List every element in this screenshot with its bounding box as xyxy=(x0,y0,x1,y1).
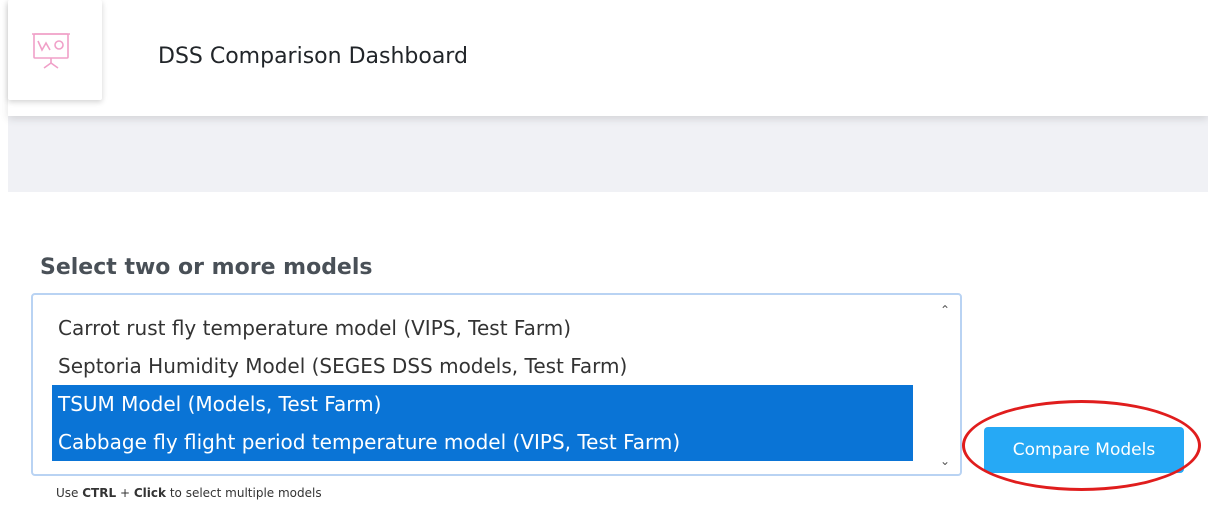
header-band xyxy=(8,116,1208,192)
hint-prefix: Use xyxy=(56,486,79,500)
model-options-list: Carrot rust fly temperature model (VIPS,… xyxy=(52,309,913,461)
presentation-chart-icon xyxy=(32,33,70,69)
hint-plus: + xyxy=(119,486,131,500)
hint-suffix: to select multiple models xyxy=(169,486,322,500)
model-option-selected[interactable]: TSUM Model (Models, Test Farm) xyxy=(52,385,913,423)
model-option-selected[interactable]: Cabbage fly flight period temperature mo… xyxy=(52,423,913,461)
hint-key-click: Click xyxy=(133,486,166,500)
hint-key-ctrl: CTRL xyxy=(82,486,117,500)
select-scrollbar[interactable]: ⌃ ⌄ xyxy=(936,297,956,472)
app-logo[interactable] xyxy=(8,0,102,100)
model-option[interactable]: Septoria Humidity Model (SEGES DSS model… xyxy=(52,347,913,385)
model-option[interactable]: Carrot rust fly temperature model (VIPS,… xyxy=(52,309,913,347)
compare-models-button[interactable]: Compare Models xyxy=(984,427,1184,473)
app-title: DSS Comparison Dashboard xyxy=(158,44,468,69)
chevron-down-icon[interactable]: ⌄ xyxy=(940,454,950,468)
section-title: Select two or more models xyxy=(40,255,373,280)
multiselect-hint: Use CTRL + Click to select multiple mode… xyxy=(56,485,322,501)
chevron-up-icon[interactable]: ⌃ xyxy=(940,303,950,317)
model-multiselect[interactable]: Carrot rust fly temperature model (VIPS,… xyxy=(31,293,962,476)
